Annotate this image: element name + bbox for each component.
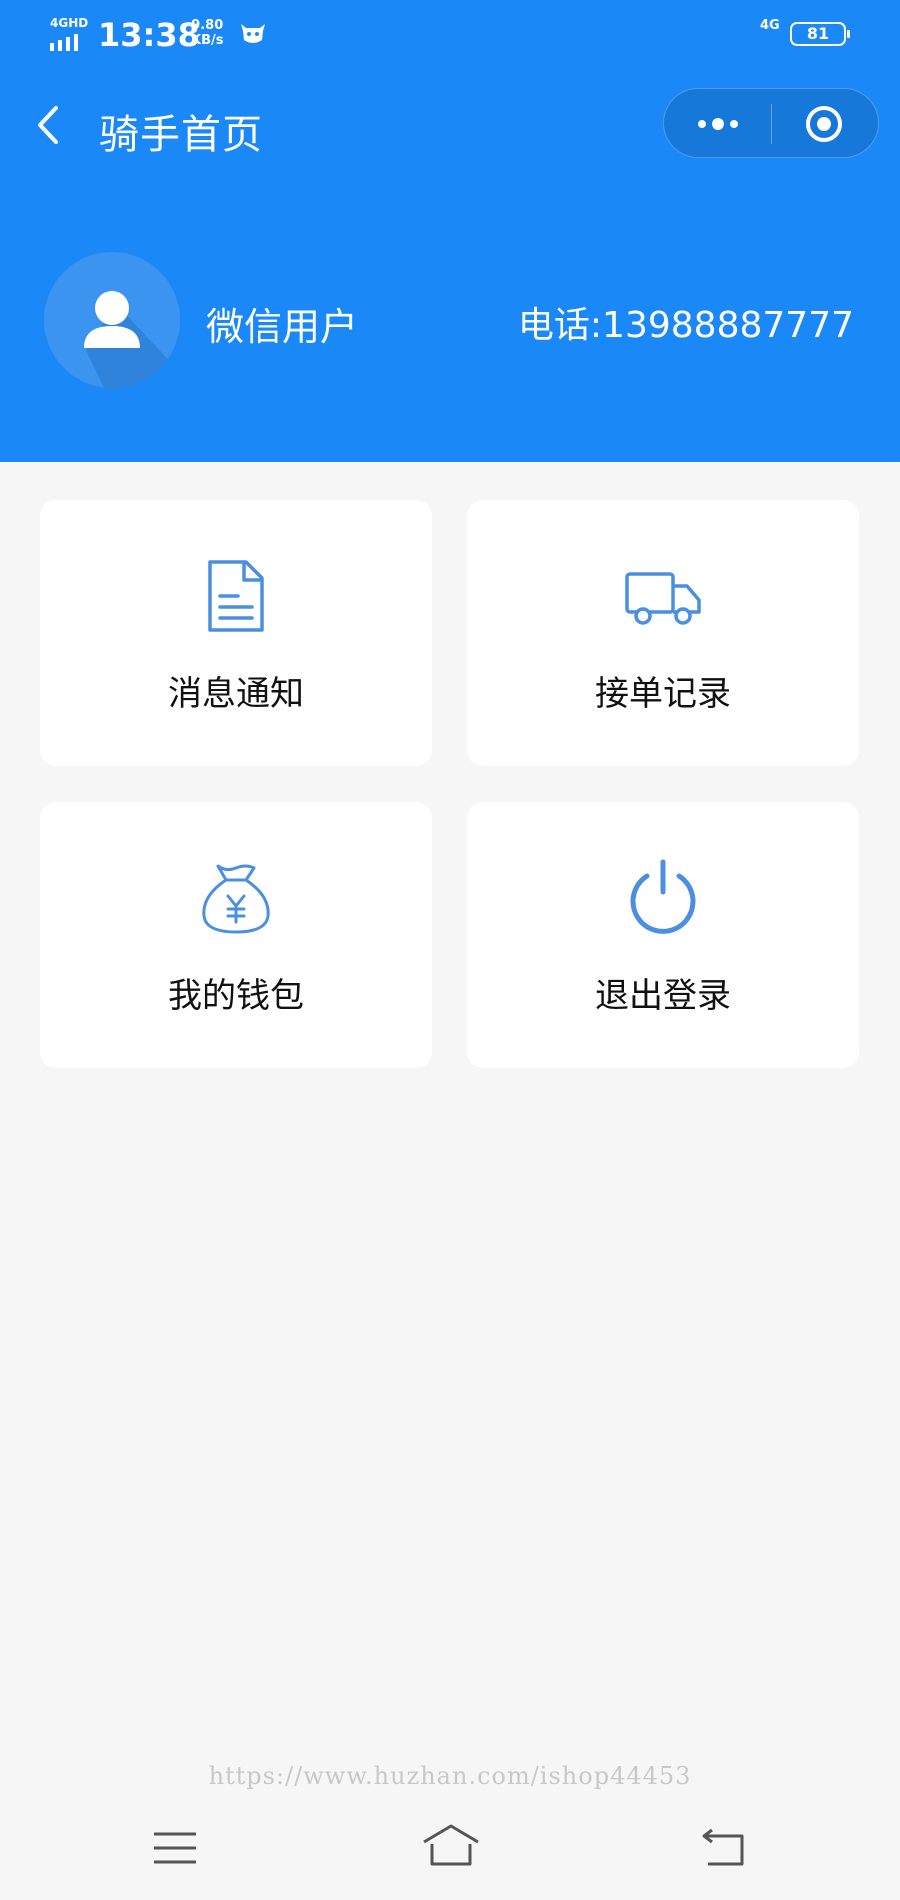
- cow-icon: [241, 24, 265, 43]
- back-arrow-icon[interactable]: [30, 100, 70, 150]
- network-speed-value: 9.80: [191, 18, 224, 33]
- close-target-icon[interactable]: [804, 104, 844, 144]
- menu-card-notifications[interactable]: 消息通知: [40, 500, 432, 766]
- network-type: 4GHD: [50, 16, 89, 30]
- home-icon[interactable]: [420, 1822, 482, 1868]
- truck-icon: [625, 572, 701, 625]
- return-icon[interactable]: [700, 1826, 746, 1868]
- power-icon: [630, 859, 696, 934]
- menu-card-label: 接单记录: [595, 674, 731, 714]
- signal-indicator: 4GHD: [48, 16, 88, 52]
- phone-number: 电话:13988887777: [517, 305, 854, 346]
- menu-card-logout[interactable]: 退出登录: [467, 802, 859, 1068]
- capsule-divider: [771, 104, 772, 144]
- battery-indicator: 81: [790, 22, 850, 46]
- menu-lines-icon[interactable]: [152, 1828, 198, 1868]
- network-type-right: 4G: [760, 18, 780, 33]
- system-navigation-bar: [0, 1800, 900, 1900]
- status-bar: 4GHD 13:38 9.80 KB/s 4G 81: [0, 0, 900, 70]
- menu-card-label: 我的钱包: [168, 976, 304, 1016]
- user-avatar-icon: [44, 252, 180, 388]
- menu-card-order-records[interactable]: 接单记录: [467, 500, 859, 766]
- page-title: 骑手首页: [99, 112, 263, 158]
- profile-section: 微信用户 电话:13988887777: [0, 250, 900, 390]
- menu-card-label: 消息通知: [168, 674, 304, 714]
- battery-level: 81: [806, 24, 830, 43]
- menu-card-label: 退出登录: [595, 976, 731, 1016]
- money-bag-icon: [202, 864, 270, 934]
- more-dots-icon[interactable]: [688, 104, 748, 144]
- mini-program-capsule: [663, 88, 879, 158]
- network-speed: 9.80 KB/s: [191, 18, 223, 48]
- signal-bars-icon: [50, 34, 78, 51]
- username: 微信用户: [206, 305, 359, 349]
- clock: 13:38: [98, 16, 200, 54]
- nav-bar: 骑手首页: [0, 80, 900, 170]
- menu-card-wallet[interactable]: 我的钱包: [40, 802, 432, 1068]
- watermark: https://www.huzhan.com/ishop44453: [208, 1762, 692, 1790]
- document-icon: [208, 560, 264, 632]
- network-speed-unit: KB/s: [191, 33, 224, 48]
- avatar[interactable]: [44, 252, 180, 388]
